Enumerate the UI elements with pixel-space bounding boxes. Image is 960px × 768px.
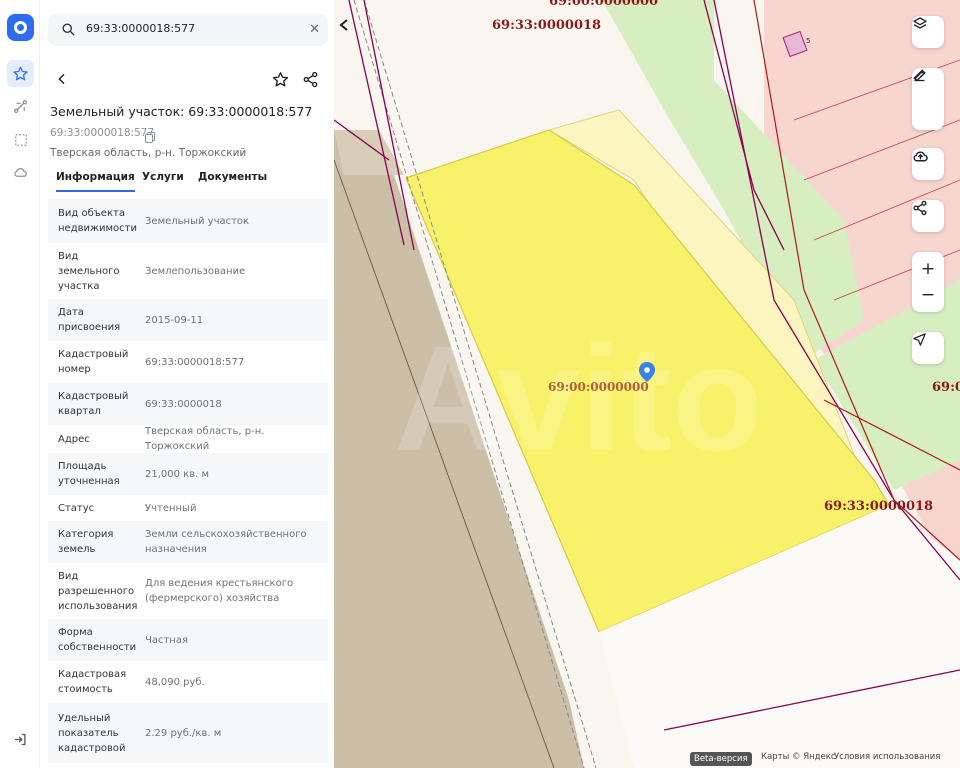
back-icon[interactable]: [54, 71, 70, 91]
info-label: Вид разрешенного использования: [58, 570, 138, 612]
info-row: Кадастровый номер 69:33:0000018:577: [48, 341, 328, 383]
map-share-button[interactable]: [912, 200, 944, 232]
info-value: 69:33:0000018: [145, 398, 222, 410]
map-label: 69:33:0000018: [824, 499, 934, 514]
watermark: Avito: [394, 314, 763, 482]
map-label: 69:00: [932, 380, 960, 395]
info-label: Вид земельного участка: [58, 250, 120, 292]
page-title: Земельный участок: 69:33:0000018:577: [50, 104, 313, 119]
map-label: 69:00:0000000: [549, 0, 659, 9]
search-icon: [61, 22, 76, 41]
clear-icon[interactable]: ✕: [309, 22, 320, 37]
info-row: Категория земель Земли сельскохозяйствен…: [48, 521, 328, 563]
info-label: Вид объекта недвижимости: [58, 208, 137, 234]
terms-link[interactable]: Условия использования: [834, 752, 940, 766]
info-row: Вид объекта недвижимости Земельный участ…: [48, 199, 328, 243]
info-row: Вид земельного участка Землепользование: [48, 243, 328, 299]
info-label: Кадастровый номер: [58, 349, 129, 375]
route-icon[interactable]: [7, 93, 34, 120]
tab-documents[interactable]: Документы: [198, 171, 267, 183]
favorite-icon[interactable]: [272, 71, 289, 92]
info-row: Вид разрешенного использования Для веден…: [48, 563, 328, 619]
info-value: Земельный участок: [145, 215, 250, 227]
search-bar[interactable]: 69:33:0000018:577 ✕: [48, 14, 328, 46]
layers-icon: [913, 17, 927, 29]
info-value: Учтенный: [145, 502, 197, 514]
cadastral-number: 69:33:0000018:577: [50, 127, 155, 139]
info-row: Кадастровый квартал 69:33:0000018: [48, 383, 328, 425]
info-value: 2.29 руб./кв. м: [145, 727, 222, 739]
object-panel: 69:33:0000018:577 ✕ Земельный участок: 6…: [40, 0, 334, 768]
info-row: Статус Учтенный: [48, 495, 328, 521]
copy-icon[interactable]: [145, 128, 155, 143]
star-icon[interactable]: [7, 60, 34, 87]
info-label: Адрес: [58, 433, 90, 445]
share-icon[interactable]: [302, 71, 319, 92]
info-label: Площадь уточненная: [58, 461, 120, 487]
info-label: Статус: [58, 502, 95, 514]
tab-services[interactable]: Услуги: [142, 171, 184, 183]
zoom-in-icon[interactable]: +: [921, 259, 935, 279]
map-label: 69:33:0000018: [492, 18, 602, 33]
zoom-controls: + −: [912, 252, 944, 312]
info-value: Земли сельскохозяйственного назначения: [145, 529, 307, 555]
lot-number: 5: [806, 37, 811, 45]
left-rail: [0, 0, 40, 768]
cadastral-map[interactable]: Avito 69:00:0000000 69:33:0000018 69:00:…: [334, 0, 960, 768]
logout-icon[interactable]: [7, 726, 34, 753]
info-value: Для ведения крестьянского (фермерского) …: [145, 578, 294, 604]
layers-button[interactable]: [912, 16, 944, 48]
maps-credit[interactable]: Карты © Яндекс: [761, 752, 836, 766]
info-label: Кадастровая стоимость: [58, 669, 127, 695]
search-input[interactable]: 69:33:0000018:577: [86, 22, 195, 35]
tabs: Информация Услуги Документы: [50, 165, 330, 193]
info-value: 21,000 кв. м: [145, 468, 210, 480]
locate-icon: [913, 333, 926, 346]
info-row: Удельный показатель кадастровой 2.29 руб…: [48, 703, 328, 763]
info-row: Кадастровая стоимость 48,090 руб.: [48, 661, 328, 703]
info-row: Форма собственности Частная: [48, 619, 328, 661]
selection-icon[interactable]: [7, 126, 34, 153]
map-label: 69:00:0000000: [548, 380, 649, 394]
info-value: 2015-09-11: [145, 314, 204, 326]
info-value: 48,090 руб.: [145, 676, 205, 688]
info-label: Кадастровый квартал: [58, 391, 129, 417]
cloud-icon[interactable]: [7, 159, 34, 186]
region-text: Тверская область, р-н. Торжокский: [50, 147, 247, 159]
tab-information[interactable]: Информация: [56, 171, 135, 192]
info-row: Дата присвоения 2015-09-11: [48, 299, 328, 341]
logo-icon[interactable]: [7, 14, 34, 41]
zoom-out-icon[interactable]: −: [921, 285, 935, 305]
beta-badge: Beta-версия: [690, 752, 752, 766]
info-row: Площадь уточненная 21,000 кв. м: [48, 453, 328, 495]
info-label: Форма собственности: [58, 627, 137, 653]
info-label: Дата присвоения: [58, 307, 121, 333]
share-icon: [913, 200, 927, 216]
info-value: Землепользование: [145, 265, 246, 277]
upload-icon: [913, 151, 928, 162]
tools-group: [912, 68, 944, 130]
info-value: 69:33:0000018:577: [145, 356, 245, 368]
info-label: Удельный показатель кадастровой: [58, 712, 126, 754]
locate-button[interactable]: [912, 332, 944, 364]
info-value: Частная: [145, 634, 188, 646]
info-value: Тверская область, р-н. Торжокский: [145, 426, 265, 452]
info-row: Адрес Тверская область, р-н. Торжокский: [48, 425, 328, 453]
upload-button[interactable]: [912, 148, 944, 180]
info-label: Категория земель: [58, 529, 114, 555]
